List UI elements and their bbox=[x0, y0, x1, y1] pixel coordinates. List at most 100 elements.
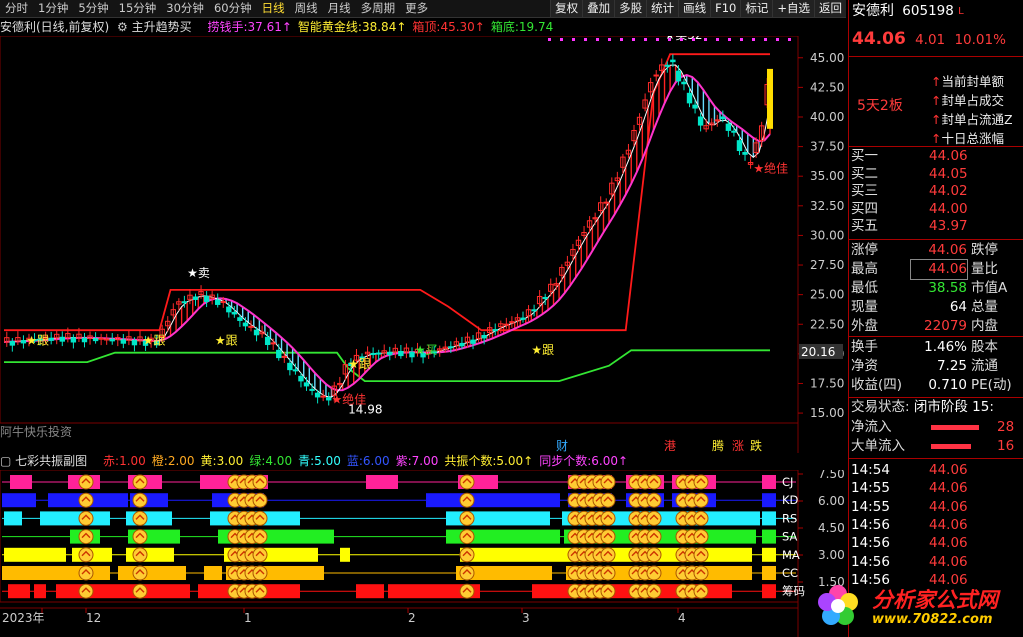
resonance-coin-icon bbox=[132, 565, 148, 581]
signal-dot bbox=[656, 38, 659, 41]
resonance-coin-icon bbox=[132, 529, 148, 545]
sub-y-tick-label: 6.00 bbox=[818, 494, 845, 508]
event-marker[interactable]: 腾 bbox=[712, 438, 724, 453]
legend-label: 蓝: bbox=[346, 454, 363, 468]
order-label: 买四 bbox=[851, 200, 878, 217]
resonance-coin-icon bbox=[600, 529, 616, 545]
metric-label: 净资 bbox=[851, 358, 878, 374]
toolbar-action-button[interactable]: 画线 bbox=[678, 0, 711, 17]
signal-dot bbox=[728, 38, 731, 41]
quote-value: 22079 bbox=[924, 318, 967, 334]
resonance-coin-icon bbox=[252, 583, 268, 599]
toolbar-action-button[interactable]: F10 bbox=[710, 0, 741, 17]
legend-values: 捞钱手:37.61↑ 智能黄金线:38.84↑ 箱顶:45.30↑ 箱底:19.74 bbox=[201, 20, 553, 34]
seal-item: ↑封单占流通Z bbox=[931, 109, 1023, 128]
period-tab[interactable]: 日线 bbox=[257, 0, 290, 17]
sub-collapse-icon[interactable]: ▢ bbox=[0, 454, 11, 468]
candlestick-chart[interactable]: 45.00 42.50 40.00 37.50 35.00 32.50 30.00 27.50… bbox=[0, 36, 846, 453]
toolbar-action-button[interactable]: 复权 bbox=[550, 0, 583, 17]
quote-row: 最高 44.06 量比 bbox=[849, 259, 1023, 280]
candle-body bbox=[203, 295, 210, 302]
period-tab[interactable]: 更多 bbox=[400, 0, 433, 17]
seal-item: ↑十日总涨幅 bbox=[931, 128, 1023, 147]
resonance-coin-icon bbox=[693, 492, 709, 508]
resonance-chart[interactable]: CJKDRSSAMACC筹码7.506.004.503.001.502023年 1… bbox=[0, 470, 846, 637]
candle-body bbox=[470, 339, 476, 344]
period-tab[interactable]: 15分钟 bbox=[114, 0, 162, 17]
resonance-coin-icon bbox=[252, 492, 268, 508]
resonance-coin-icon bbox=[693, 547, 709, 563]
period-tab[interactable]: 周线 bbox=[290, 0, 323, 17]
candle-body bbox=[109, 338, 115, 342]
toolbar-action-button[interactable]: 返回 bbox=[814, 0, 846, 17]
order-level: 买三 44.02 bbox=[849, 183, 1023, 200]
metric-label-2: 股本 bbox=[971, 339, 998, 355]
resonance-coin-icon bbox=[693, 510, 709, 526]
order-level: 买一 44.06 bbox=[849, 148, 1023, 165]
period-tab[interactable]: 1分钟 bbox=[33, 0, 73, 17]
candle-body bbox=[103, 338, 110, 341]
tick-row: 14:55 44.06 bbox=[849, 498, 1023, 516]
toolbar-action-button[interactable]: +自选 bbox=[772, 0, 814, 17]
event-marker[interactable]: 跌 bbox=[750, 438, 762, 453]
event-marker[interactable]: 港 bbox=[664, 439, 676, 453]
toolbar-action-button[interactable]: 叠加 bbox=[582, 0, 615, 17]
candle-body bbox=[181, 301, 188, 304]
resonance-coin-icon bbox=[252, 547, 268, 563]
candle-body bbox=[370, 352, 376, 355]
metric-row: 收益(四) 0.710 PE(动) bbox=[849, 376, 1023, 395]
candle-body bbox=[220, 300, 226, 303]
toolbar-action-button[interactable]: 统计 bbox=[646, 0, 679, 17]
resonance-bar bbox=[762, 566, 776, 580]
period-tab[interactable]: 分时 bbox=[0, 0, 33, 17]
resonance-coin-icon bbox=[459, 510, 475, 526]
period-tab[interactable]: 30分钟 bbox=[161, 0, 209, 17]
period-tab[interactable]: 60分钟 bbox=[209, 0, 257, 17]
legend-label: 共振个数: bbox=[444, 454, 497, 468]
signal-marker: ★跟 bbox=[215, 333, 238, 347]
legend-value: 6.00↑ bbox=[591, 454, 629, 468]
tick-price: 44.06 bbox=[929, 480, 968, 497]
period-tab[interactable]: 多周期 bbox=[356, 0, 401, 17]
sub-chart-title[interactable]: 七彩共振副图 bbox=[15, 454, 87, 468]
candle-body bbox=[309, 388, 315, 391]
signal-marker: ★卖 bbox=[187, 266, 210, 280]
order-book: 买一 44.06 买二 44.05 买三 44.02 买四 44.00 买五 43.97 bbox=[849, 146, 1023, 239]
resonance-coin-icon bbox=[252, 529, 268, 545]
x-tick-label: 1 bbox=[244, 611, 252, 625]
quote-row: 现量 64 总量 bbox=[849, 298, 1023, 317]
trade-status: 交易状态: 闭市阶段 15: bbox=[849, 397, 1023, 417]
legend-value: 6.00 bbox=[362, 454, 390, 468]
indicator-name[interactable]: 主升趋势买 bbox=[132, 20, 192, 34]
quote-label: 涨停 bbox=[851, 242, 878, 258]
resonance-coin-icon bbox=[252, 474, 268, 490]
signal-dot bbox=[668, 38, 671, 41]
toolbar-action-button[interactable]: 标记 bbox=[740, 0, 773, 17]
resonance-coin-icon bbox=[78, 492, 94, 508]
candle-body bbox=[70, 337, 77, 343]
flow-label: 净流入 bbox=[851, 419, 892, 435]
signal-marker: ★买 bbox=[415, 343, 438, 357]
period-tab[interactable]: 5分钟 bbox=[73, 0, 113, 17]
metric-value: 0.710 bbox=[928, 377, 967, 393]
resonance-coin-icon bbox=[459, 529, 475, 545]
event-marker[interactable]: 涨 bbox=[732, 438, 744, 453]
candle-body bbox=[270, 342, 276, 345]
legend-value: 7.00 bbox=[411, 454, 439, 468]
event-marker[interactable]: 财 bbox=[556, 439, 568, 453]
toolbar-action-button[interactable]: 多股 bbox=[614, 0, 647, 17]
resonance-coin-icon bbox=[459, 583, 475, 599]
candle-body bbox=[509, 321, 515, 324]
signal-marker: 14.98 bbox=[348, 402, 382, 416]
y-tick-label: 17.50 bbox=[810, 376, 844, 390]
resonance-bar bbox=[762, 493, 776, 508]
resonance-coin-icon bbox=[600, 565, 616, 581]
period-tab[interactable]: 月线 bbox=[323, 0, 356, 17]
indicator-settings-icon[interactable]: ⚙ bbox=[117, 20, 128, 34]
candle-body bbox=[98, 337, 104, 340]
resonance-coin-icon bbox=[78, 529, 94, 545]
tick-list[interactable]: 14:54 44.06 14:55 44.06 14:55 44.06 14:56 44.06… bbox=[849, 458, 1023, 588]
legend-value: 2.00 bbox=[167, 454, 195, 468]
resonance-bar bbox=[2, 493, 36, 508]
metric-value: 7.25 bbox=[936, 358, 967, 374]
